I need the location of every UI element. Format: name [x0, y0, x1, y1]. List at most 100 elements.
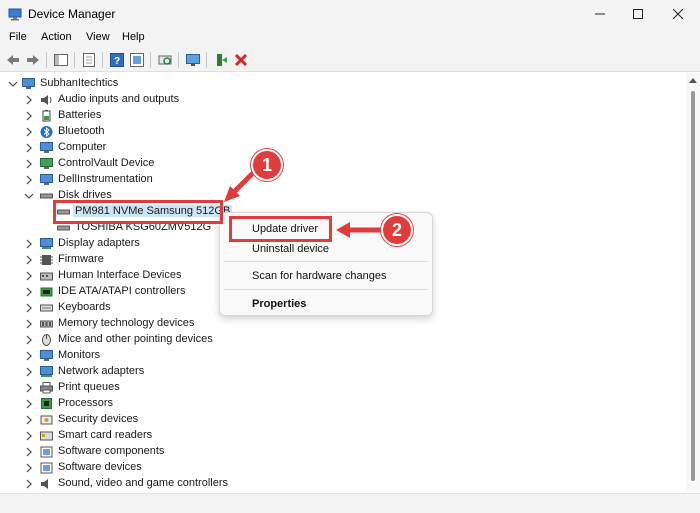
uninstall-device-menu-item[interactable]: Uninstall device — [252, 243, 329, 255]
tree-item[interactable]: DellInstrumentation — [0, 172, 686, 188]
menu-help[interactable]: Help — [122, 31, 145, 43]
tree-item[interactable]: Sound, video and game controllers — [0, 476, 686, 492]
device-manager-app-icon — [8, 7, 22, 21]
back-icon — [7, 55, 19, 65]
tree-item[interactable]: Batteries — [0, 108, 686, 124]
monitor-icon — [40, 174, 53, 185]
printer-icon — [40, 382, 53, 394]
tree-item-label: Human Interface Devices — [58, 269, 182, 281]
keyboard-icon — [40, 304, 53, 312]
tree-item[interactable]: Network adapters — [0, 364, 686, 380]
chevron-right-icon — [26, 415, 32, 425]
tree-item[interactable]: Security devices — [0, 412, 686, 428]
step-badge-2: 2 — [381, 214, 413, 246]
forward-icon — [27, 55, 39, 65]
tree-item-label: Display adapters — [58, 237, 140, 249]
security-icon — [40, 415, 53, 425]
help-button[interactable]: ? — [108, 51, 126, 69]
chevron-right-icon — [26, 303, 32, 313]
memory-icon — [40, 320, 53, 328]
forward-button[interactable] — [24, 51, 42, 69]
tree-item[interactable]: ControlVault Device — [0, 156, 686, 172]
menu-separator — [224, 289, 428, 290]
tree-item-label: Smart card readers — [58, 429, 153, 441]
tree-item[interactable]: Mice and other pointing devices — [0, 332, 686, 348]
chevron-right-icon — [26, 335, 32, 345]
chevron-right-icon — [26, 399, 32, 409]
chevron-right-icon — [26, 319, 32, 329]
tree-item-label: Software devices — [58, 461, 142, 473]
tree-item[interactable]: Monitors — [0, 348, 686, 364]
highlight-box-disk — [53, 200, 223, 224]
tree-item-label: DellInstrumentation — [58, 173, 153, 185]
tree-item[interactable]: Smart card readers — [0, 428, 686, 444]
help-icon: ? — [110, 53, 124, 67]
title-bar: Device Manager — [0, 0, 700, 28]
chevron-right-icon — [26, 367, 32, 377]
scan-hardware-menu-item[interactable]: Scan for hardware changes — [252, 270, 387, 282]
tree-item[interactable]: Processors — [0, 396, 686, 412]
properties-button[interactable] — [80, 51, 98, 69]
horizontal-scrollbar[interactable] — [0, 493, 700, 513]
tree-item[interactable]: Bluetooth — [0, 124, 686, 140]
scan-hardware-icon — [158, 55, 172, 65]
menu-file[interactable]: File — [9, 31, 27, 43]
update-driver-icon — [217, 54, 227, 66]
uninstall-button[interactable] — [232, 51, 250, 69]
tree-item-label: Memory technology devices — [58, 317, 195, 329]
show-hide-tree-icon — [54, 54, 68, 66]
update-driver-button[interactable] — [212, 51, 230, 69]
tree-item[interactable]: Software components — [0, 444, 686, 460]
toolbar-separator — [46, 52, 47, 68]
tree-root[interactable]: SubhanItechtics — [0, 76, 686, 92]
processor-icon — [41, 398, 52, 409]
chevron-down-icon — [8, 81, 18, 87]
toolbar-separator — [74, 52, 75, 68]
monitor-button[interactable] — [184, 51, 202, 69]
monitor-icon — [40, 350, 53, 361]
chevron-right-icon — [26, 463, 32, 473]
scan-hardware-button[interactable] — [156, 51, 174, 69]
tree-item[interactable]: Print queues — [0, 380, 686, 396]
chevron-right-icon — [26, 175, 32, 185]
show-hidden-button[interactable] — [128, 51, 146, 69]
menu-bar: File Action View Help — [0, 28, 700, 48]
tree-item[interactable]: Memory technology devices — [0, 316, 686, 332]
tree-item-label: Batteries — [58, 109, 102, 121]
back-button[interactable] — [4, 51, 22, 69]
svg-text:?: ? — [114, 56, 120, 67]
chevron-right-icon — [26, 159, 32, 169]
tree-item[interactable]: Software devices — [0, 460, 686, 476]
maximize-button[interactable] — [618, 0, 658, 28]
menu-action[interactable]: Action — [41, 31, 72, 43]
scrollbar-thumb[interactable] — [691, 91, 695, 481]
battery-icon — [42, 110, 51, 122]
window-title: Device Manager — [28, 7, 116, 21]
tree-item-label: Keyboards — [58, 301, 111, 313]
close-button[interactable] — [658, 0, 698, 28]
minimize-button[interactable] — [580, 0, 620, 28]
minimize-icon — [595, 13, 605, 15]
maximize-icon — [633, 9, 643, 19]
chevron-down-icon — [24, 193, 34, 199]
tree-item[interactable]: Computer — [0, 140, 686, 156]
menu-view[interactable]: View — [86, 31, 110, 43]
chevron-right-icon — [26, 271, 32, 281]
toolbar: ? — [0, 48, 700, 72]
toolbar-separator — [102, 52, 103, 68]
vertical-scrollbar[interactable] — [686, 73, 700, 493]
tree-item-label: Bluetooth — [58, 125, 105, 137]
tree-item[interactable]: Audio inputs and outputs — [0, 92, 686, 108]
properties-icon — [83, 53, 95, 67]
properties-menu-item[interactable]: Properties — [252, 298, 306, 310]
toolbar-separator — [150, 52, 151, 68]
chevron-right-icon — [26, 239, 32, 249]
tree-item-label: ControlVault Device — [58, 157, 155, 169]
step-badge-1: 1 — [251, 149, 283, 181]
mouse-icon — [42, 334, 51, 346]
show-hide-tree-button[interactable] — [52, 51, 70, 69]
chevron-right-icon — [26, 431, 32, 441]
network-icon — [40, 366, 53, 377]
computer-icon — [22, 78, 35, 89]
tree-item-label: IDE ATA/ATAPI controllers — [58, 285, 186, 297]
